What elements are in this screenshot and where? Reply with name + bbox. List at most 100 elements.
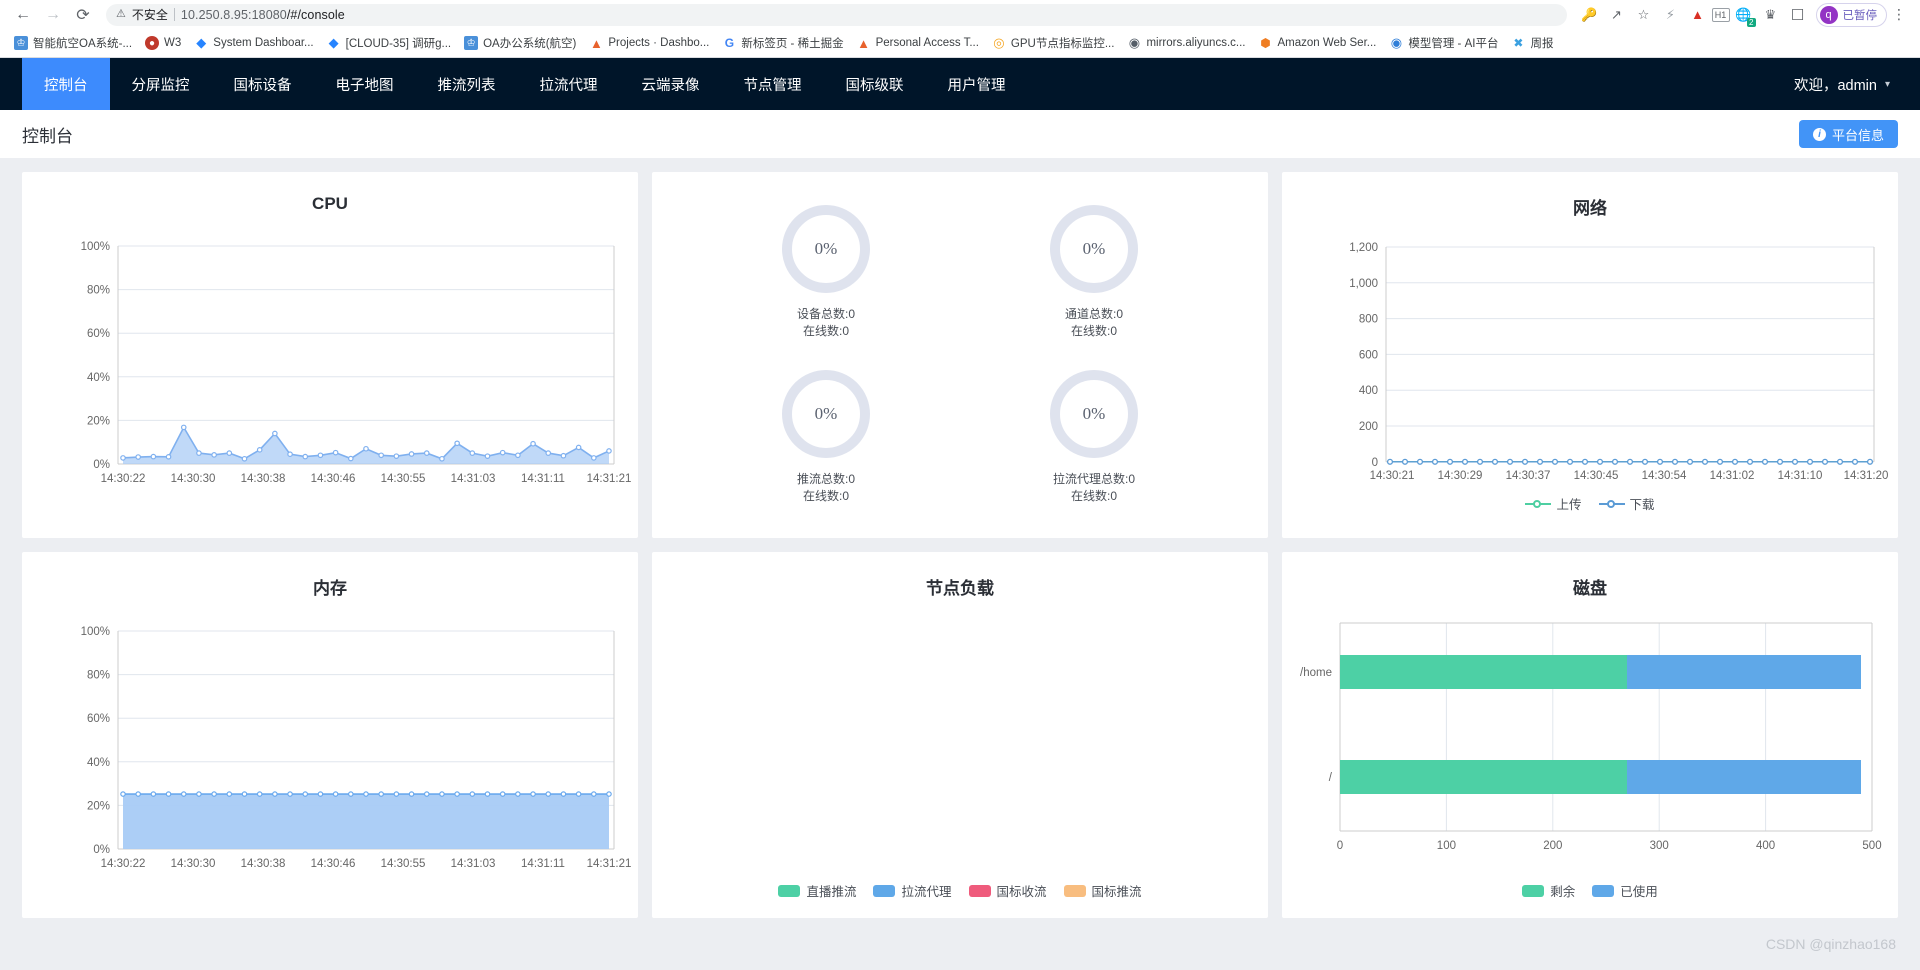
gauge-device-total[interactable]: 0% 设备总数:0 在线数:0 <box>782 205 870 340</box>
bookmark-label: System Dashboar... <box>213 37 314 49</box>
bookmark-favicon-icon: ▲ <box>589 35 603 51</box>
legend-item-upload[interactable]: 上传 <box>1525 494 1582 513</box>
sitemap-extension-icon[interactable]: ▲ <box>1685 2 1711 28</box>
data-point <box>469 450 476 456</box>
data-point <box>423 791 430 797</box>
profile-status-label: 已暂停 <box>1842 9 1878 22</box>
nav-label: 控制台 <box>44 77 88 94</box>
bookmark-item[interactable]: ▲ Personal Access T... <box>851 33 985 53</box>
sidepanel-icon[interactable]: ☐ <box>1785 2 1811 28</box>
legend-label: 上传 <box>1556 498 1582 512</box>
gauge-total-label: 推流总数:0 <box>796 472 855 486</box>
data-point <box>256 791 263 797</box>
legend-item-free[interactable]: 剩余 <box>1522 881 1575 900</box>
puzzle-extensions-icon[interactable]: ♛ <box>1758 2 1784 28</box>
data-point <box>363 445 369 452</box>
back-arrow-icon[interactable]: ← <box>10 2 36 28</box>
h1-extension-icon[interactable]: H1 <box>1711 7 1730 22</box>
profile-button[interactable]: q 已暂停 <box>1815 2 1887 27</box>
mem-xtick: 14:30:46 <box>311 858 356 870</box>
nav-label: 分屏监控 <box>131 77 190 94</box>
data-point <box>423 450 430 456</box>
data-point <box>1656 458 1664 465</box>
bookmark-item[interactable]: ● W3 <box>139 33 187 53</box>
gauge-pull-proxy-total[interactable]: 0% 拉流代理总数:0 在线数:0 <box>1050 370 1138 505</box>
legend-item-used[interactable]: 已使用 <box>1592 881 1658 900</box>
nav-item-pull-proxy[interactable]: 拉流代理 <box>518 58 620 110</box>
disk-home-used-bar <box>1627 655 1861 689</box>
data-point <box>530 791 536 797</box>
cpu-x-ticks: 14:30:22 14:30:30 14:30:38 14:30:46 14:3… <box>101 473 632 485</box>
cpu-xtick: 14:30:22 <box>101 473 146 485</box>
app-footer: CSDN @qinzhao168 <box>0 918 1920 964</box>
color-swatch <box>778 884 801 897</box>
globe-extension-icon[interactable]: 🌐 2 <box>1731 2 1757 28</box>
bookmark-item[interactable]: ▲ Projects · Dashbo... <box>583 33 715 53</box>
gauge-channel-total[interactable]: 0% 通道总数:0 在线数:0 <box>1050 205 1138 340</box>
legend-item-download[interactable]: 下载 <box>1598 494 1655 513</box>
legend-item-live-push[interactable]: 直播推流 <box>778 881 856 900</box>
forward-arrow-icon[interactable]: → <box>40 2 66 28</box>
nav-item-split-monitor[interactable]: 分屏监控 <box>110 58 212 110</box>
url-host: 10.250.8.95:18080 <box>180 7 287 22</box>
bookmark-label: 智能航空OA系统-... <box>33 38 133 50</box>
bookmark-item[interactable]: ◆ [CLOUD-35] 调研g... <box>321 32 457 54</box>
nav-item-user-manage[interactable]: 用户管理 <box>926 58 1028 110</box>
nav-item-node-manage[interactable]: 节点管理 <box>722 58 824 110</box>
data-point <box>515 452 521 459</box>
color-swatch <box>1063 884 1086 897</box>
bookmark-item[interactable]: ♔ OA办公系统(航空) <box>458 32 582 54</box>
network-chart[interactable]: 1,200 1,000 800 600 400 200 0 14:30:21 1… <box>1282 219 1898 519</box>
data-point <box>591 791 597 797</box>
user-menu[interactable]: 欢迎，admin ▾ <box>1794 58 1898 110</box>
disk-chart[interactable]: /home / 0 100 200 300 400 500 <box>1282 599 1898 899</box>
data-point <box>1386 458 1394 465</box>
bookmark-item[interactable]: ◉ mirrors.aliyuncs.c... <box>1121 33 1251 53</box>
chrome-menu-icon[interactable]: ⋮ <box>1888 6 1910 23</box>
legend-item-gb-receive[interactable]: 国标收流 <box>968 881 1047 900</box>
nav-item-push-list[interactable]: 推流列表 <box>416 58 518 110</box>
node-load-legend: 直播推流 拉流代理 国标收流 国标推流 <box>652 881 1268 900</box>
share-icon[interactable]: ↗ <box>1604 2 1630 28</box>
bookmark-item[interactable]: ◉ 模型管理 - AI平台 <box>1383 32 1504 54</box>
bookmark-item[interactable]: ◆ System Dashboar... <box>188 33 319 53</box>
nav-item-cloud-record[interactable]: 云端录像 <box>620 58 722 110</box>
nav-item-emap[interactable]: 电子地图 <box>314 58 416 110</box>
data-point <box>1506 458 1514 465</box>
memory-chart-svg: 100% 80% 60% 40% 20% 0% 14:30:22 14:30:3… <box>81 626 632 870</box>
net-xtick: 14:30:45 <box>1574 470 1619 482</box>
nav-item-gb-devices[interactable]: 国标设备 <box>212 58 314 110</box>
reload-icon[interactable]: ⟳ <box>70 2 96 28</box>
lightning-icon[interactable]: ⚡ <box>1658 2 1684 28</box>
data-point <box>484 791 491 797</box>
node-load-chart[interactable] <box>652 599 1268 899</box>
legend-item-pull-proxy[interactable]: 拉流代理 <box>873 881 952 900</box>
cpu-chart[interactable]: 100% 80% 60% 40% 20% 0% 14:30:22 14:30:3… <box>22 214 638 514</box>
platform-info-button[interactable]: i 平台信息 <box>1798 120 1898 148</box>
memory-x-ticks: 14:30:22 14:30:30 14:30:38 14:30:46 14:3… <box>101 858 632 870</box>
data-point <box>1821 458 1829 465</box>
nav-item-gb-cascade[interactable]: 国标级联 <box>824 58 926 110</box>
bookmark-item[interactable]: G 新标签页 - 稀土掘金 <box>716 32 849 54</box>
watermark: CSDN @qinzhao168 <box>1765 936 1896 952</box>
memory-chart[interactable]: 100% 80% 60% 40% 20% 0% 14:30:22 14:30:3… <box>22 599 638 899</box>
bookmark-item[interactable]: ◎ GPU节点指标监控... <box>986 32 1121 54</box>
gauge-push-total[interactable]: 0% 推流总数:0 在线数:0 <box>782 370 870 505</box>
bookmark-item[interactable]: ✖ 周报 <box>1505 32 1559 54</box>
data-point <box>545 450 552 456</box>
bookmark-item[interactable]: ♔ 智能航空OA系统-... <box>8 32 138 54</box>
bookmark-star-icon[interactable]: ☆ <box>1631 2 1657 28</box>
address-bar[interactable]: ⚠ 不安全 10.250.8.95:18080/#/console <box>106 3 1567 26</box>
gauge-online-label: 在线数:0 <box>802 489 849 503</box>
bookmark-item[interactable]: ⬢ Amazon Web Ser... <box>1252 33 1382 53</box>
data-point <box>1791 458 1799 465</box>
data-point <box>1536 458 1544 465</box>
password-key-icon[interactable]: 🔑 <box>1577 2 1603 28</box>
nav-label: 节点管理 <box>743 77 802 94</box>
cpu-ytick: 40% <box>87 372 110 384</box>
data-point <box>180 791 187 797</box>
gauge-labels: 推流总数:0 在线数:0 <box>797 471 855 505</box>
nav-item-console[interactable]: 控制台 <box>22 58 110 110</box>
legend-item-gb-push[interactable]: 国标推流 <box>1063 881 1142 900</box>
net-ytick: 200 <box>1359 421 1378 433</box>
